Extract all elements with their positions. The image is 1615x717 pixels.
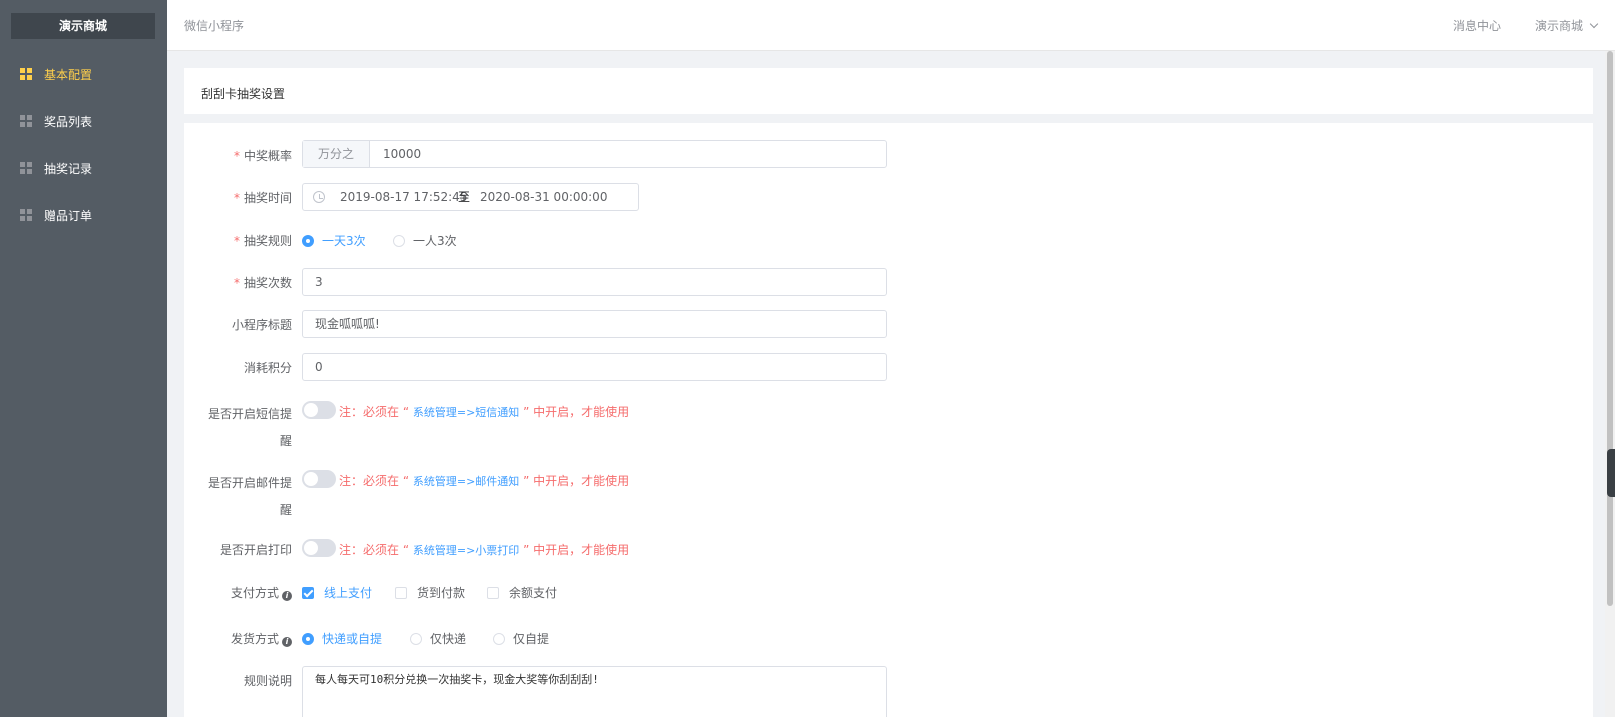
- print-switch[interactable]: [302, 539, 336, 557]
- page-title-card: 刮刮卡抽奖设置: [184, 68, 1593, 114]
- rules-desc-textarea[interactable]: 每人每天可10积分兑换一次抽奖卡，现金大奖等你刮刮刮!: [302, 666, 887, 717]
- email-switch[interactable]: [302, 470, 336, 488]
- radio-indicator: [302, 234, 314, 247]
- probability-value: 10000: [383, 147, 422, 161]
- sidebar-item-lottery-records[interactable]: 抽奖记录: [0, 148, 167, 188]
- user-menu[interactable]: 演示商城: [1535, 17, 1599, 34]
- mini-title-label: 小程序标题: [231, 318, 292, 332]
- email-label: 是否开启邮件提醒: [207, 476, 292, 517]
- sidebar: 演示商城 基本配置 奖品列表 抽奖记录 赠品订单: [0, 0, 167, 717]
- sidebar-item-label: 基本配置: [44, 67, 93, 82]
- sms-settings-link[interactable]: 系统管理=>短信通知: [413, 406, 519, 419]
- radio-indicator: [493, 632, 505, 645]
- grid-icon: [20, 162, 32, 174]
- grid-icon: [20, 209, 32, 221]
- points-input[interactable]: 0: [302, 353, 887, 381]
- radio-indicator: [393, 234, 405, 247]
- checkbox-indicator: [395, 586, 407, 599]
- sidebar-item-label: 奖品列表: [44, 114, 93, 129]
- rules-desc-label: 规则说明: [243, 674, 292, 688]
- sms-label: 是否开启短信提醒: [207, 407, 292, 448]
- times-label: * 抽奖次数: [233, 276, 292, 290]
- grid-icon: [20, 68, 32, 80]
- payment-check-online[interactable]: 线上支付: [302, 584, 372, 601]
- delivery-radio-both[interactable]: 快递或自提: [302, 630, 382, 647]
- checkbox-indicator: [487, 586, 499, 599]
- settings-form: * 中奖概率 万分之 10000 * 抽奖时间 2019-08-17 17:52:4…: [184, 123, 1593, 717]
- radio-indicator: [302, 632, 314, 645]
- scrollbar-thumb[interactable]: [1607, 51, 1613, 606]
- info-icon[interactable]: i: [282, 637, 292, 647]
- info-icon[interactable]: i: [282, 591, 292, 601]
- grid-icon: [20, 115, 32, 127]
- lottery-time-label: * 抽奖时间: [233, 191, 292, 205]
- delivery-radio-pickup[interactable]: 仅自提: [493, 630, 549, 647]
- probability-prepend: 万分之: [303, 141, 370, 167]
- rule-label: * 抽奖规则: [233, 234, 292, 248]
- rule-radio-per-day[interactable]: 一天3次: [302, 232, 366, 249]
- sms-note: 注：必须在 “ 系统管理=>短信通知 ” 中开启，才能使用: [339, 405, 630, 419]
- probability-input[interactable]: 万分之 10000: [302, 140, 887, 168]
- lottery-time-range-picker[interactable]: 2019-08-17 17:52:45 至 2020-08-31 00:00:0…: [302, 183, 639, 211]
- checkbox-indicator: [302, 586, 314, 599]
- sidebar-item-basic-config[interactable]: 基本配置: [0, 54, 167, 94]
- clock-icon: [313, 191, 325, 203]
- sms-switch[interactable]: [302, 401, 336, 419]
- print-note: 注：必须在 “ 系统管理=>小票打印 ” 中开启，才能使用: [339, 543, 630, 557]
- message-center-link[interactable]: 消息中心: [1453, 17, 1501, 34]
- mini-title-input[interactable]: 现金呱呱呱!: [302, 310, 887, 338]
- lottery-start-time[interactable]: 2019-08-17 17:52:45: [340, 184, 467, 210]
- email-settings-link[interactable]: 系统管理=>邮件通知: [413, 475, 519, 488]
- times-input[interactable]: 3: [302, 268, 887, 296]
- sidebar-item-label: 赠品订单: [44, 208, 93, 223]
- delivery-label: 发货方式 i: [184, 630, 292, 647]
- payment-check-cod[interactable]: 货到付款: [395, 584, 465, 601]
- probability-label: * 中奖概率: [233, 149, 292, 163]
- sidebar-item-gift-orders[interactable]: 赠品订单: [0, 195, 167, 235]
- sidebar-item-label: 抽奖记录: [44, 161, 93, 176]
- top-header: 微信小程序 消息中心 演示商城: [167, 0, 1615, 51]
- delivery-radio-express[interactable]: 仅快递: [410, 630, 466, 647]
- payment-check-balance[interactable]: 余额支付: [487, 584, 557, 601]
- chevron-down-icon: [1589, 19, 1599, 28]
- page-title: 刮刮卡抽奖设置: [201, 87, 286, 101]
- sidebar-item-prize-list[interactable]: 奖品列表: [0, 101, 167, 141]
- range-separator: 至: [458, 190, 471, 204]
- rule-radio-per-person[interactable]: 一人3次: [393, 232, 457, 249]
- breadcrumb[interactable]: 微信小程序: [184, 17, 244, 34]
- payment-label: 支付方式 i: [184, 584, 292, 601]
- email-note: 注：必须在 “ 系统管理=>邮件通知 ” 中开启，才能使用: [339, 474, 630, 488]
- page-scrollbar[interactable]: [1605, 51, 1615, 717]
- print-label: 是否开启打印: [219, 543, 292, 557]
- brand-logo[interactable]: 演示商城: [11, 13, 155, 39]
- side-widget-handle[interactable]: [1607, 449, 1615, 497]
- radio-indicator: [410, 632, 422, 645]
- user-menu-label: 演示商城: [1535, 19, 1584, 33]
- print-settings-link[interactable]: 系统管理=>小票打印: [413, 544, 519, 557]
- lottery-end-time[interactable]: 2020-08-31 00:00:00: [480, 184, 607, 210]
- points-label: 消耗积分: [243, 361, 292, 375]
